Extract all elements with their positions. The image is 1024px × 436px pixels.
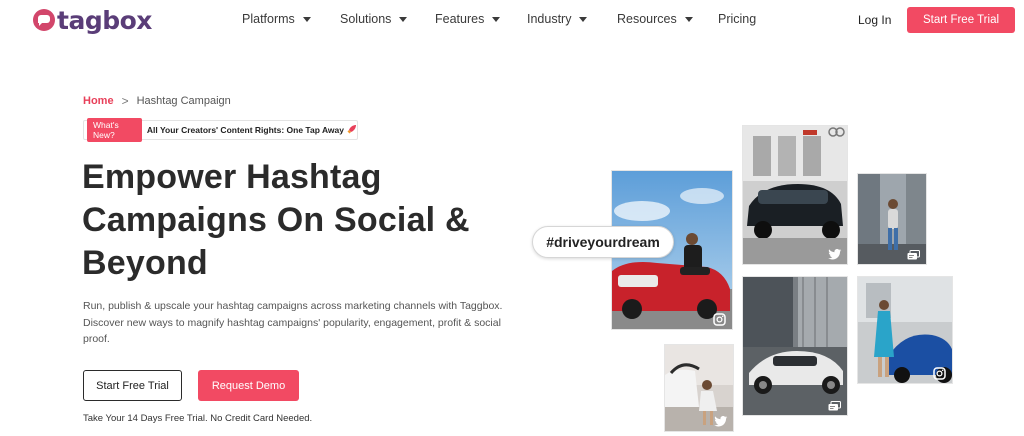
headline-line-1: Empower Hashtag — [82, 158, 382, 196]
login-link[interactable]: Log In — [858, 13, 891, 27]
nav-item-label: Solutions — [340, 12, 392, 26]
chevron-down-icon — [579, 17, 588, 22]
breadcrumb-current: Hashtag Campaign — [136, 95, 231, 107]
headline-line-2: Campaigns On Social & — [82, 201, 470, 239]
photo-woman-city-street[interactable] — [857, 173, 927, 265]
start-free-trial-nav-button[interactable]: Start Free Trial — [907, 7, 1015, 33]
request-demo-button[interactable]: Request Demo — [198, 370, 299, 401]
logo-text: tagbox — [57, 5, 152, 35]
photo-black-audi-parking-image — [743, 126, 847, 264]
start-free-trial-button[interactable]: Start Free Trial — [83, 370, 182, 401]
rocket-icon — [347, 124, 357, 136]
chevron-down-icon — [302, 17, 311, 22]
nav-item-label: Industry — [527, 12, 572, 26]
headline-line-3: Beyond — [82, 244, 208, 282]
photo-black-audi-parking[interactable] — [742, 125, 848, 265]
page-headline: Empower Hashtag Campaigns On Social & Be… — [82, 156, 512, 285]
instagram-icon — [713, 313, 726, 326]
nav-item-label: Pricing — [718, 12, 757, 26]
trial-note: Take Your 14 Days Free Trial. No Credit … — [83, 413, 313, 424]
breadcrumb: Home > Hashtag Campaign — [83, 94, 231, 108]
nav-item-resources[interactable]: Resources — [617, 12, 693, 26]
nav-item-solutions[interactable]: Solutions — [340, 12, 408, 26]
whats-new-badge[interactable]: What's New? — [87, 118, 142, 142]
photo-white-audi-r8-image — [743, 277, 847, 415]
logo-icon — [33, 9, 55, 31]
photo-white-audi-r8[interactable] — [742, 276, 848, 416]
twitter-icon — [828, 248, 842, 260]
hashtag-pill: #driveyourdream — [532, 226, 674, 258]
whats-new-text: All Your Creators' Content Rights: One T… — [146, 125, 344, 135]
hero-description: Run, publish & upscale your hashtag camp… — [83, 300, 503, 345]
nav-item-label: Platforms — [242, 12, 295, 26]
nav-item-pricing[interactable]: Pricing — [718, 12, 756, 26]
nav-item-industry[interactable]: Industry — [527, 12, 588, 26]
whats-new-banner[interactable]: What's New? All Your Creators' Content R… — [83, 118, 358, 142]
photo-woman-blue-porsche[interactable] — [857, 276, 953, 384]
nav-item-label: Features — [435, 12, 485, 26]
photo-woman-car-trunk[interactable] — [664, 344, 734, 432]
chevron-down-icon — [684, 17, 693, 22]
top-navigation: tagbox Platforms Solutions Features Indu… — [0, 0, 1024, 40]
nav-item-features[interactable]: Features — [435, 12, 501, 26]
message-icon — [828, 399, 841, 411]
tagbox-logo[interactable]: tagbox — [33, 5, 152, 35]
nav-item-platforms[interactable]: Platforms — [242, 12, 311, 26]
chevron-down-icon — [492, 17, 501, 22]
instagram-icon — [933, 367, 946, 380]
twitter-icon — [714, 415, 728, 427]
chevron-down-icon — [399, 17, 408, 22]
breadcrumb-separator: > — [121, 94, 129, 108]
message-icon — [907, 248, 920, 260]
nav-item-label: Resources — [617, 12, 677, 26]
breadcrumb-home-link[interactable]: Home — [83, 95, 114, 107]
